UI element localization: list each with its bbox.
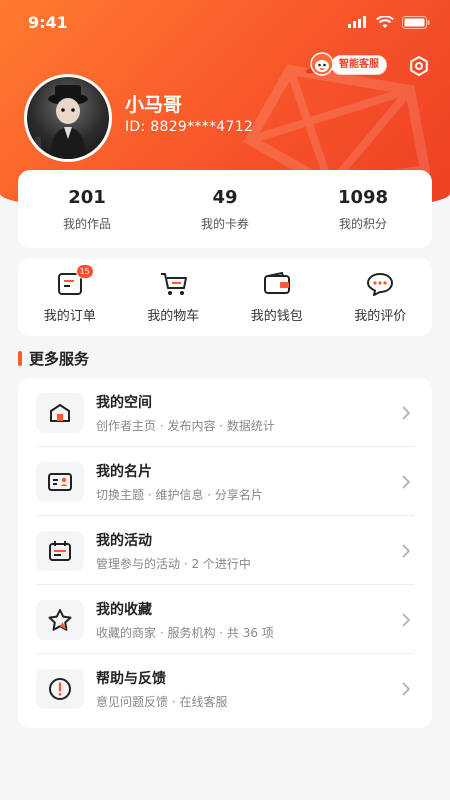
stat-value: 201 <box>68 186 106 208</box>
service-favorites[interactable]: 我的收藏 收藏的商家 · 服务机构 · 共 36 项 <box>18 585 432 654</box>
service-subtitle: 收藏的商家 · 服务机构 · 共 36 项 <box>96 625 274 640</box>
calendar-icon <box>36 530 84 571</box>
section-title: 更多服务 <box>29 350 90 368</box>
chevron-right-icon <box>396 543 416 558</box>
quick-label: 我的评价 <box>354 308 407 324</box>
quick-label: 我的订单 <box>43 308 96 324</box>
chevron-right-icon <box>396 612 416 627</box>
stat-value: 49 <box>212 186 238 208</box>
status-icons <box>348 15 430 29</box>
stat-label: 我的卡券 <box>200 216 249 231</box>
status-time: 9:41 <box>28 12 68 32</box>
quick-label: 我的物车 <box>147 308 200 324</box>
settings-button[interactable] <box>404 52 434 80</box>
quick-reviews[interactable]: 我的评价 <box>329 258 433 336</box>
quick-label: 我的钱包 <box>250 308 303 324</box>
stats-card: 201 我的作品 49 我的卡券 1098 我的积分 <box>18 170 432 248</box>
home-icon <box>36 392 84 433</box>
settings-icon <box>410 56 428 76</box>
service-activities[interactable]: 我的活动 管理参与的活动 · 2 个进行中 <box>18 516 432 585</box>
quick-orders[interactable]: 15 我的订单 <box>18 258 122 336</box>
wallet-icon <box>263 271 291 297</box>
quick-cart[interactable]: 我的物车 <box>122 258 226 336</box>
service-title: 我的活动 <box>96 532 152 549</box>
more-services-heading: 更多服务 <box>18 348 89 369</box>
cart-icon <box>159 271 188 297</box>
chevron-right-icon <box>396 405 416 420</box>
service-subtitle: 切换主题 · 维护信息 · 分享名片 <box>96 487 263 502</box>
stat-points[interactable]: 1098 我的积分 <box>294 170 432 248</box>
service-subtitle: 管理参与的活动 · 2 个进行中 <box>96 556 251 571</box>
section-accent-bar <box>18 351 22 366</box>
username: 小马哥 <box>125 94 183 116</box>
stat-works[interactable]: 201 我的作品 <box>18 170 156 248</box>
service-title: 我的空间 <box>96 394 152 411</box>
services-card: 我的空间 创作者主页 · 发布内容 · 数据统计 我的名片 切换主题 · 维护信… <box>18 378 432 728</box>
battery-icon <box>402 15 430 29</box>
quick-actions-card: 15 我的订单 我的物车 我的钱包 我的评价 <box>18 258 432 336</box>
chevron-right-icon <box>396 681 416 696</box>
comment-icon <box>366 271 394 297</box>
service-title: 我的名片 <box>96 463 152 480</box>
status-bar: 9:41 <box>0 0 450 44</box>
stat-label: 我的积分 <box>338 216 387 231</box>
service-help-feedback[interactable]: 帮助与反馈 意见问题反馈 · 在线客服 <box>18 654 432 723</box>
chevron-right-icon <box>396 474 416 489</box>
quick-wallet[interactable]: 我的钱包 <box>225 258 329 336</box>
service-subtitle: 创作者主页 · 发布内容 · 数据统计 <box>96 418 275 433</box>
smart-service-button[interactable]: 智能客服 <box>303 51 387 79</box>
service-title: 我的收藏 <box>96 601 152 618</box>
user-id: ID: 8829****4712 <box>125 119 254 135</box>
alert-icon <box>36 668 84 709</box>
star-icon <box>36 599 84 640</box>
mascot-icon <box>303 50 337 80</box>
service-my-space[interactable]: 我的空间 创作者主页 · 发布内容 · 数据统计 <box>18 378 432 447</box>
stat-coupons[interactable]: 49 我的卡券 <box>156 170 294 248</box>
signal-icon <box>348 16 366 28</box>
order-badge: 15 <box>75 263 94 279</box>
avatar-image <box>27 77 109 159</box>
service-title: 帮助与反馈 <box>96 670 166 687</box>
wifi-icon <box>376 15 394 28</box>
stat-value: 1098 <box>337 186 389 208</box>
smart-service-label: 智能客服 <box>331 55 387 75</box>
service-subtitle: 意见问题反馈 · 在线客服 <box>96 694 228 709</box>
service-business-card[interactable]: 我的名片 切换主题 · 维护信息 · 分享名片 <box>18 447 432 516</box>
avatar[interactable] <box>24 74 112 162</box>
order-icon: 15 <box>56 263 94 297</box>
id-card-icon <box>36 461 84 502</box>
stat-label: 我的作品 <box>62 216 111 231</box>
